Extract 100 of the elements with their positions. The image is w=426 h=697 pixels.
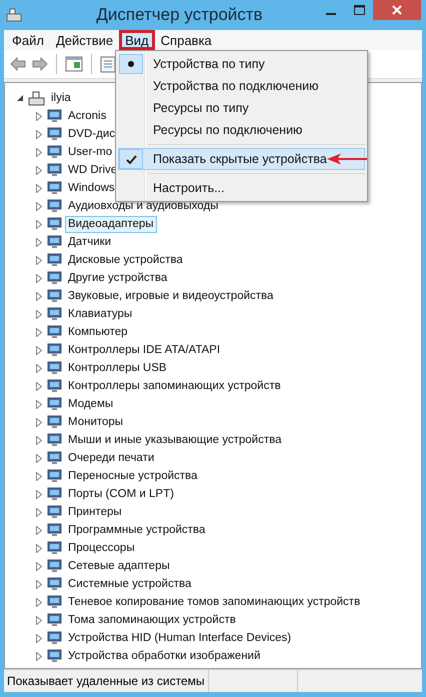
- tree-item[interactable]: Контроллеры USB: [65, 360, 170, 376]
- device-icon: [47, 109, 62, 123]
- expand-arrow-icon[interactable]: [36, 544, 42, 552]
- tree-item[interactable]: Программные устройства: [65, 522, 208, 538]
- window-title: Диспетчер устройств: [95, 5, 264, 25]
- tree-item[interactable]: Аудиовходы и аудиовыходы: [65, 198, 222, 214]
- expand-arrow-icon[interactable]: [36, 202, 42, 210]
- tree-item[interactable]: Сетевые адаптеры: [65, 558, 173, 574]
- tree-item[interactable]: Очереди печати: [65, 450, 158, 466]
- expand-arrow-icon[interactable]: [36, 256, 42, 264]
- menu-item[interactable]: Вид: [119, 30, 155, 50]
- tree-item[interactable]: Тома запоминающих устройств: [65, 612, 239, 628]
- tree-item[interactable]: Компьютер: [65, 324, 131, 340]
- expand-arrow-icon[interactable]: [36, 220, 42, 228]
- tree-item[interactable]: Мониторы: [65, 414, 126, 430]
- device-icon: [47, 451, 62, 465]
- status-text: Показывает удаленные из системы: [4, 670, 208, 692]
- tree-item[interactable]: Теневое копирование томов запоминающих устройств: [65, 594, 364, 610]
- device-icon: [47, 523, 62, 537]
- expand-arrow-icon[interactable]: [36, 508, 42, 516]
- tree-item[interactable]: DVD-дис: [65, 126, 118, 142]
- device-icon: [47, 145, 62, 159]
- device-icon: [47, 343, 62, 357]
- expand-arrow-icon[interactable]: [36, 598, 42, 606]
- menu-item[interactable]: Действие: [50, 30, 120, 50]
- device-icon: [47, 559, 62, 573]
- tree-item[interactable]: Датчики: [65, 234, 114, 250]
- tree-item[interactable]: Устройства HID (Human Interface Devices): [65, 630, 294, 646]
- expand-arrow-icon[interactable]: [36, 418, 42, 426]
- expand-arrow-icon[interactable]: [36, 580, 42, 588]
- expand-arrow-icon[interactable]: [36, 292, 42, 300]
- pointer-arrow: [327, 153, 367, 165]
- tree-item[interactable]: Клавиатуры: [65, 306, 136, 322]
- expand-arrow-icon[interactable]: [36, 634, 42, 642]
- tree-item[interactable]: Другие устройства: [65, 270, 170, 286]
- tree-item[interactable]: ilyia: [48, 90, 74, 106]
- expand-arrow-icon[interactable]: [36, 328, 42, 336]
- expand-arrow-icon[interactable]: [36, 400, 42, 408]
- console-tree-button[interactable]: [63, 54, 85, 74]
- device-icon: [47, 181, 62, 195]
- device-icon: [47, 433, 62, 447]
- tree-item[interactable]: Видеоадаптеры: [65, 216, 157, 232]
- tree-item[interactable]: Звуковые, игровые и видеоустройства: [65, 288, 276, 304]
- collapse-arrow-icon[interactable]: [16, 94, 24, 102]
- expand-arrow-icon[interactable]: [36, 472, 42, 480]
- back-button[interactable]: [8, 55, 28, 73]
- maximize-icon: [354, 5, 364, 15]
- device-icon: [47, 487, 62, 501]
- tree-item[interactable]: Устройства обработки изображений: [65, 648, 264, 664]
- expand-arrow-icon[interactable]: [36, 112, 42, 120]
- forward-button[interactable]: [30, 55, 50, 73]
- tree-item[interactable]: Системные устройства: [65, 576, 194, 592]
- device-icon: [47, 613, 62, 627]
- tree-item[interactable]: Модемы: [65, 396, 116, 412]
- expand-arrow-icon[interactable]: [36, 346, 42, 354]
- expand-arrow-icon[interactable]: [36, 454, 42, 462]
- device-icon: [47, 397, 62, 411]
- tree-item[interactable]: Windows: [65, 180, 118, 196]
- tree-item[interactable]: Принтеры: [65, 504, 125, 520]
- device-icon: [47, 307, 62, 321]
- device-icon: [47, 217, 62, 231]
- menu-item[interactable]: Файл: [6, 30, 50, 50]
- expand-arrow-icon[interactable]: [36, 436, 42, 444]
- properties-button[interactable]: [98, 54, 118, 74]
- expand-arrow-icon[interactable]: [36, 652, 42, 660]
- menu-option[interactable]: Показать скрытые устройства: [118, 148, 365, 170]
- tree-item[interactable]: Мыши и иные указывающие устройства: [65, 432, 285, 448]
- expand-arrow-icon[interactable]: [36, 364, 42, 372]
- expand-arrow-icon[interactable]: [36, 184, 42, 192]
- tree-item[interactable]: Переносные устройства: [65, 468, 200, 484]
- tree-item[interactable]: User-mo: [65, 144, 116, 160]
- expand-arrow-icon[interactable]: [36, 166, 42, 174]
- expand-arrow-icon[interactable]: [36, 490, 42, 498]
- device-icon: [47, 163, 62, 177]
- close-button[interactable]: [373, 0, 421, 20]
- expand-arrow-icon[interactable]: [36, 562, 42, 570]
- tree-item[interactable]: Дисковые устройства: [65, 252, 186, 268]
- menu-option[interactable]: Настроить...: [118, 177, 365, 199]
- expand-arrow-icon[interactable]: [36, 526, 42, 534]
- tree-item[interactable]: Acronis: [65, 108, 110, 124]
- menu-option[interactable]: Устройства по подключению: [118, 75, 365, 97]
- menu-option[interactable]: Ресурсы по подключению: [118, 119, 365, 141]
- minimize-icon: [326, 13, 336, 15]
- device-icon: [47, 649, 62, 663]
- expand-arrow-icon[interactable]: [36, 382, 42, 390]
- tree-item[interactable]: Порты (COM и LPT): [65, 486, 177, 502]
- menu-item[interactable]: Справка: [154, 30, 218, 50]
- expand-arrow-icon[interactable]: [36, 148, 42, 156]
- expand-arrow-icon[interactable]: [36, 616, 42, 624]
- expand-arrow-icon[interactable]: [36, 130, 42, 138]
- menu-option[interactable]: Ресурсы по типу: [118, 97, 365, 119]
- tree-item[interactable]: Контроллеры IDE ATA/ATAPI: [65, 342, 224, 358]
- tree-item[interactable]: Процессоры: [65, 540, 138, 556]
- app-icon: [6, 7, 22, 23]
- expand-arrow-icon[interactable]: [36, 238, 42, 246]
- tree-item[interactable]: Контроллеры запоминающих устройств: [65, 378, 284, 394]
- expand-arrow-icon[interactable]: [36, 274, 42, 282]
- expand-arrow-icon[interactable]: [36, 310, 42, 318]
- device-icon: [47, 361, 62, 375]
- device-icon: [47, 469, 62, 483]
